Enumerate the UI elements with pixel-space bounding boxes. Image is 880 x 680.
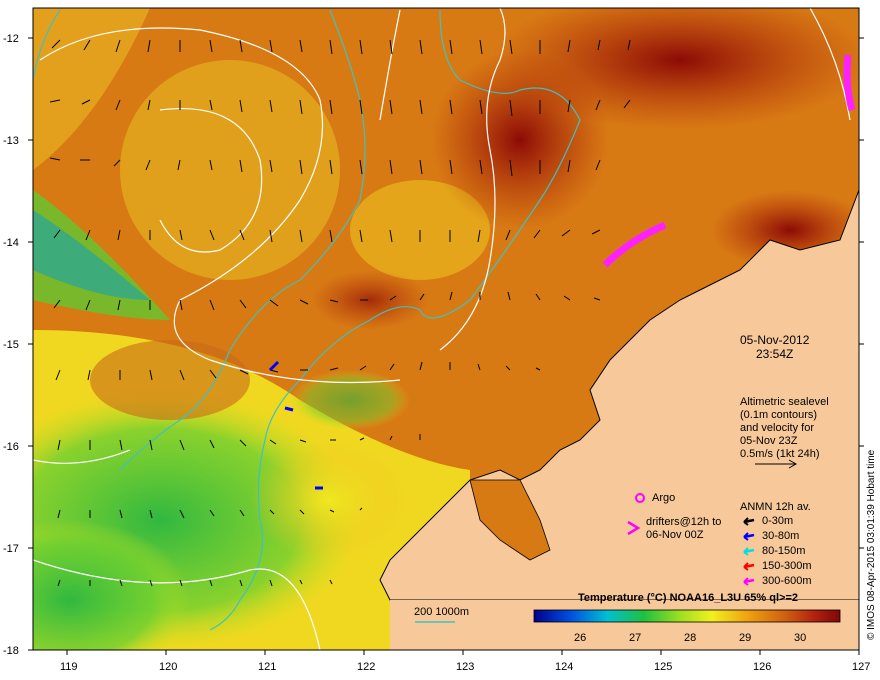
drifters-label: drifters@12h to	[646, 516, 722, 528]
lon-tick: 125	[654, 661, 672, 673]
colorbar-tick: 26	[574, 632, 586, 644]
date-day: 05-Nov-2012	[740, 333, 810, 347]
colorbar-tick: 27	[629, 632, 641, 644]
lat-tick: -18	[3, 645, 19, 657]
lat-tick: -17	[3, 543, 19, 555]
argo-label: Argo	[652, 492, 676, 504]
lon-tick: 126	[753, 661, 771, 673]
anmn-item-label: 0-30m	[762, 515, 794, 527]
lon-tick: 119	[60, 661, 78, 673]
lat-tick: -12	[3, 33, 19, 45]
lat-tick: -15	[3, 339, 19, 351]
colorbar-title: Temperature (°C) NOAA16_L3U 65% ql>=2	[578, 592, 798, 604]
date-time: 23:54Z	[756, 347, 794, 361]
anmn-title: ANMN 12h av.	[740, 501, 811, 513]
colorbar-tick: 29	[739, 632, 751, 644]
colorbar-tick: 30	[794, 632, 806, 644]
lon-tick: 120	[159, 661, 177, 673]
isobath-label: 200 1000m	[414, 606, 470, 618]
lon-tick: 121	[258, 661, 276, 673]
sealevel-note-line: Altimetric sealevel	[740, 396, 829, 408]
lon-tick: 127	[852, 661, 870, 673]
anmn-item-label: 150-300m	[762, 560, 812, 572]
sealevel-note-line: (0.1m contours)	[740, 409, 818, 421]
colorbar	[533, 609, 841, 623]
lat-tick: -16	[3, 441, 19, 453]
lon-tick: 123	[456, 661, 474, 673]
drifters-label: 06-Nov 00Z	[646, 529, 704, 541]
lon-tick: 122	[357, 661, 375, 673]
credit-text: © IMOS 08-Apr-2015 03:01:39 Hobart time	[866, 449, 877, 640]
anmn-item-label: 30-80m	[762, 530, 800, 542]
sealevel-note-line: and velocity for	[740, 422, 814, 434]
sealevel-note-line: 05-Nov 23Z	[740, 435, 798, 447]
anmn-item-label: 80-150m	[762, 545, 806, 557]
lat-tick: -13	[3, 135, 19, 147]
sealevel-note-line: 0.5m/s (1kt 24h)	[740, 448, 820, 460]
lon-tick: 124	[555, 661, 573, 673]
lon-axis: 119 120 121 122 123 124 125 126 127	[60, 650, 870, 673]
colorbar-tick: 28	[684, 632, 696, 644]
lat-tick: -14	[3, 237, 19, 249]
anmn-item-label: 300-600m	[762, 575, 812, 587]
